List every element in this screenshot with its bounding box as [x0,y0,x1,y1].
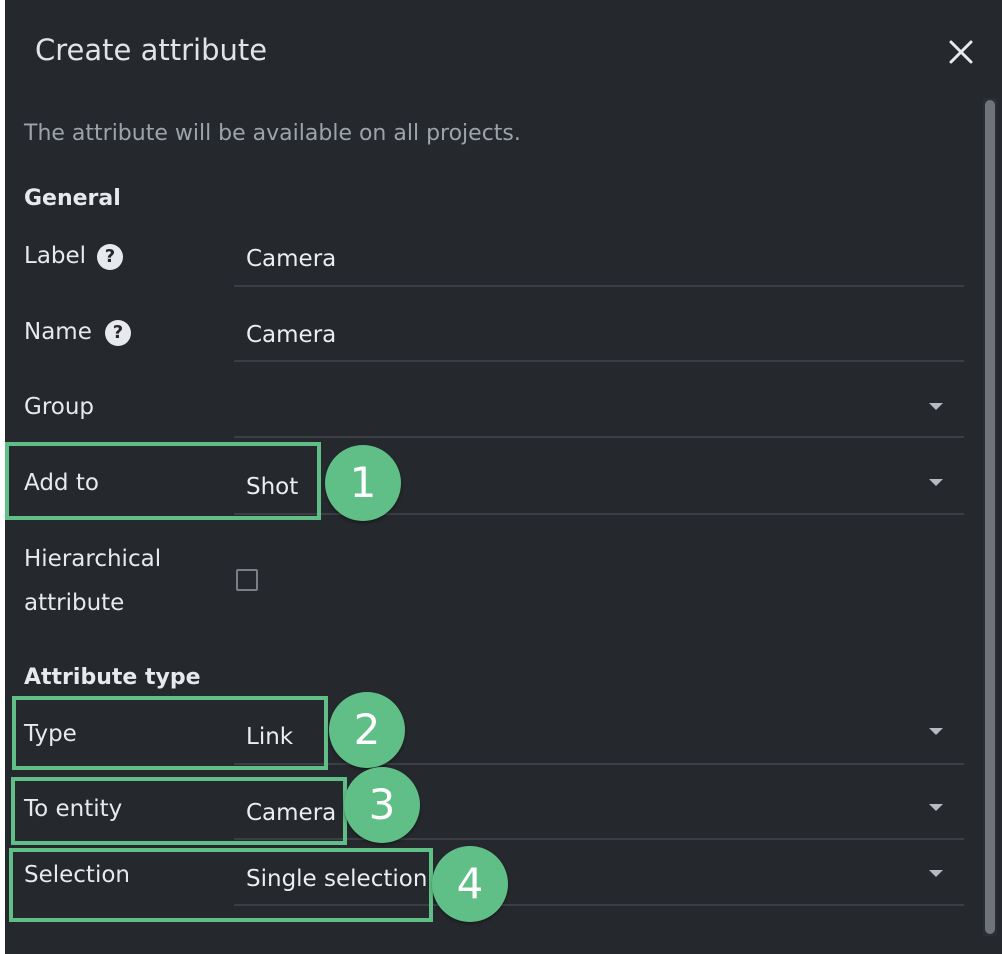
info-text: The attribute will be available on all p… [24,121,521,146]
name-input-underline [234,360,964,362]
app-root: Create attribute The attribute will be a… [0,0,1002,954]
callout-badge-3: 3 [344,767,420,843]
selection-chevron-down-icon[interactable] [929,870,943,877]
general-section-heading: General [24,186,121,211]
label-input[interactable]: Camera [246,243,336,275]
callout-highlight-selection [9,848,433,922]
type-select-underline [234,763,964,765]
close-button[interactable] [943,34,979,70]
group-field-label: Group [24,394,95,420]
label-help-icon[interactable]: ? [97,244,123,270]
name-field-label: Name [24,319,92,345]
hierarchical-label-line1: Hierarchical [24,546,162,572]
group-chevron-down-icon[interactable] [929,403,943,410]
attribute-type-section-heading: Attribute type [24,665,201,690]
group-select[interactable] [246,391,926,423]
hierarchical-label-line2: attribute [24,590,125,616]
to-entity-chevron-down-icon[interactable] [929,804,943,811]
name-help-icon[interactable]: ? [105,320,131,346]
name-input[interactable]: Camera [246,319,336,351]
callout-badge-4: 4 [432,846,508,922]
scrollbar-thumb[interactable] [985,100,995,934]
callout-badge-2: 2 [329,692,405,768]
callout-badge-1: 1 [325,445,401,521]
callout-highlight-type [12,696,328,770]
dialog-header: Create attribute [5,0,1002,100]
callout-highlight-add-to [5,442,321,520]
close-icon [949,40,973,64]
add-to-chevron-down-icon[interactable] [929,479,943,486]
hierarchical-attribute-checkbox[interactable] [236,569,258,591]
label-input-underline [234,285,964,287]
dialog-title: Create attribute [35,33,268,67]
group-select-underline [234,436,964,438]
label-field-label: Label [24,243,87,269]
callout-highlight-to-entity [11,777,347,845]
type-chevron-down-icon[interactable] [929,728,943,735]
